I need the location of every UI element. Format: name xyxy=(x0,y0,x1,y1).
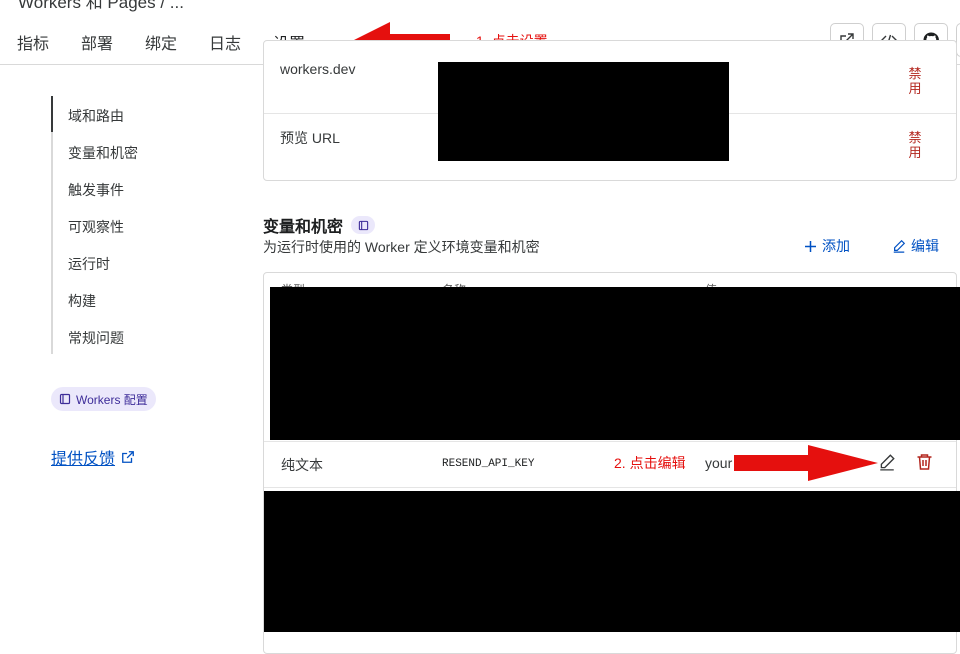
sidebar-track xyxy=(51,96,53,354)
variables-description: 为运行时使用的 Worker 定义环境变量和机密 xyxy=(263,239,540,255)
sidebar-active-indicator xyxy=(51,96,53,132)
external-link-icon xyxy=(122,451,134,463)
sidebar-item-triggers[interactable]: 触发事件 xyxy=(68,180,124,200)
redaction-block xyxy=(264,491,960,632)
variable-value: your xyxy=(705,455,733,471)
annotation-step2: 2. 点击编辑 xyxy=(614,455,686,471)
docs-pill-label: Workers 配置 xyxy=(76,392,148,407)
sidebar-item-observability[interactable]: 可观察性 xyxy=(68,217,124,237)
book-icon xyxy=(358,220,368,230)
trash-icon xyxy=(917,454,932,470)
variables-section-title: 变量和机密 xyxy=(263,213,376,237)
redaction-block xyxy=(270,287,960,440)
sidebar-item-runtime[interactable]: 运行时 xyxy=(68,254,110,274)
row-divider xyxy=(264,441,956,442)
variable-name: RESEND_API_KEY xyxy=(442,458,535,470)
edit-variable-button[interactable] xyxy=(878,453,898,473)
book-icon xyxy=(59,393,71,405)
feedback-label: 提供反馈 xyxy=(51,451,116,468)
sidebar-item-domains[interactable]: 域和路由 xyxy=(68,106,124,126)
pencil-icon xyxy=(880,454,895,471)
disable-button[interactable]: 禁用 xyxy=(908,66,922,96)
pencil-icon xyxy=(893,239,906,253)
variables-title: 变量和机密 xyxy=(263,219,344,236)
sidebar-item-build[interactable]: 构建 xyxy=(68,291,96,311)
docs-badge[interactable] xyxy=(351,216,376,234)
annotation-arrow-2 xyxy=(734,445,878,481)
redaction-block xyxy=(438,62,729,161)
edit-label: 编辑 xyxy=(911,238,939,254)
feedback-link[interactable]: 提供反馈 xyxy=(51,445,135,469)
plus-icon xyxy=(805,240,816,252)
variable-type: 纯文本 xyxy=(281,457,323,473)
add-label: 添加 xyxy=(822,238,850,254)
sidebar-item-general[interactable]: 常规问题 xyxy=(68,328,124,348)
add-variable-button[interactable]: 添加 xyxy=(804,236,850,256)
edit-variables-button[interactable]: 编辑 xyxy=(892,236,939,256)
workers-config-docs-pill[interactable]: Workers 配置 xyxy=(51,387,156,411)
preview-url-label: 预览 URL xyxy=(280,130,340,146)
sidebar-item-variables[interactable]: 变量和机密 xyxy=(68,143,138,163)
disable-button[interactable]: 禁用 xyxy=(908,130,922,160)
row-divider xyxy=(264,487,956,488)
delete-variable-button[interactable] xyxy=(916,453,936,473)
